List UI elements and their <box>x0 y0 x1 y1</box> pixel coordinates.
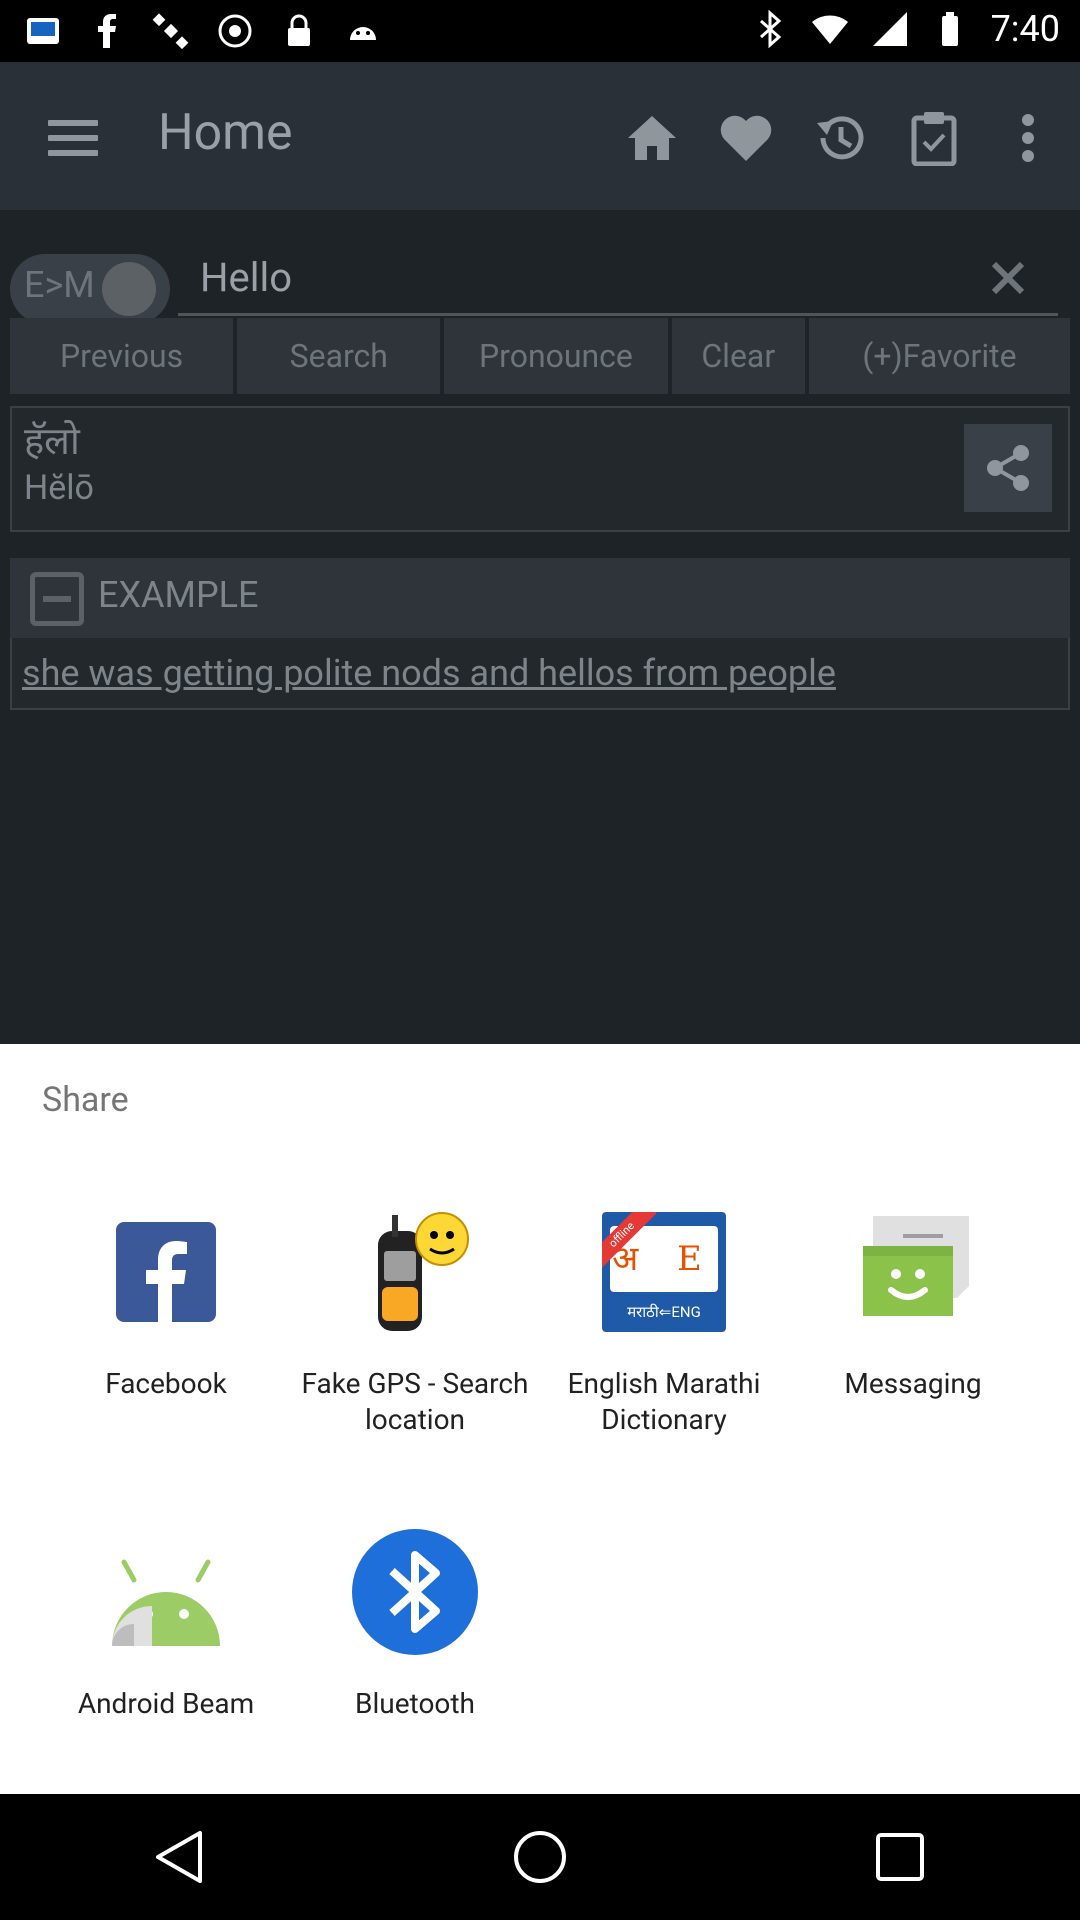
share-icon <box>987 445 1029 491</box>
android-beam-icon <box>112 1559 220 1646</box>
more-options-icon[interactable] <box>996 106 1060 170</box>
home-icon[interactable] <box>620 106 684 170</box>
facebook-notification-icon <box>98 14 116 48</box>
menu-icon[interactable] <box>48 120 98 156</box>
status-time: 7:40 <box>990 8 1060 50</box>
bluetooth-icon <box>352 1529 478 1655</box>
history-icon[interactable] <box>808 106 872 170</box>
dictionary-app-notification-icon <box>27 18 59 44</box>
clipboard-icon[interactable] <box>902 106 966 170</box>
example-label: EXAMPLE <box>98 574 259 616</box>
wifi-status-icon <box>811 15 848 44</box>
navigation-bar <box>0 1794 1080 1920</box>
translation-result-card: हॅलो Hĕlō <box>10 406 1070 532</box>
android-notification-icon <box>350 27 376 40</box>
home-circle-icon <box>514 1831 566 1883</box>
collapse-icon[interactable] <box>30 572 84 626</box>
pronounce-button[interactable]: Pronounce <box>444 318 668 394</box>
circle-notification-icon <box>218 14 252 48</box>
status-bar: 7:40 <box>0 0 1080 62</box>
share-target-label: Messaging <box>844 1367 982 1400</box>
recents-square-icon <box>876 1833 924 1881</box>
example-section-header[interactable]: EXAMPLE <box>10 558 1070 638</box>
result-hindi-text: हॅलो <box>24 420 80 464</box>
share-target-english-marathi-dictionary[interactable]: अ E मराठी⇐ENG offline English Marathi Di… <box>539 1202 789 1438</box>
share-target-bluetooth[interactable]: Bluetooth <box>290 1522 540 1722</box>
language-direction-toggle[interactable]: E>M <box>10 254 170 324</box>
facebook-icon <box>116 1222 216 1322</box>
example-sentence[interactable]: she was getting polite nods and hellos f… <box>22 652 836 694</box>
back-triangle-icon <box>156 1831 202 1883</box>
page-title: Home <box>158 104 293 162</box>
home-button[interactable] <box>495 1812 585 1902</box>
share-target-label: Facebook <box>105 1367 227 1400</box>
share-target-facebook[interactable]: Facebook <box>41 1202 291 1402</box>
share-target-label: Android Beam <box>77 1687 255 1720</box>
share-target-android-beam[interactable]: Android Beam <box>41 1522 291 1722</box>
bluetooth-status-icon <box>759 10 781 48</box>
search-input[interactable]: Hello <box>178 246 1058 316</box>
search-value: Hello <box>200 254 293 301</box>
search-button[interactable]: Search <box>237 318 441 394</box>
lock-notification-icon <box>288 14 310 46</box>
share-target-fake-gps[interactable]: Fake GPS - Search location <box>290 1202 540 1438</box>
share-target-label: Bluetooth <box>355 1687 475 1720</box>
recents-button[interactable] <box>855 1812 945 1902</box>
back-button[interactable] <box>135 1812 225 1902</box>
example-section-body: she was getting polite nods and hellos f… <box>10 638 1070 710</box>
gps-device-icon <box>378 1212 469 1331</box>
toggle-label: E>M <box>24 264 95 306</box>
dictionary-book-icon: अ E मराठी⇐ENG offline <box>602 1212 726 1332</box>
signal-status-icon <box>872 12 907 46</box>
dictionary-app-background: Home E>M Hello Previous Search Pronounce… <box>0 62 1080 1044</box>
clear-button[interactable]: Clear <box>671 318 805 394</box>
share-target-label: Fake GPS - Search location <box>301 1367 529 1436</box>
share-target-label: English Marathi Dictionary <box>567 1367 761 1436</box>
close-icon[interactable] <box>988 258 1028 298</box>
share-sheet-title: Share <box>42 1080 129 1120</box>
share-sheet: Share Facebook Fake GPS - Search locatio… <box>0 1044 1080 1794</box>
toggle-knob <box>102 262 156 316</box>
share-button[interactable] <box>964 424 1052 512</box>
messaging-icon <box>863 1216 969 1316</box>
favorite-button[interactable]: (+)Favorite <box>808 318 1070 394</box>
heart-icon[interactable] <box>714 106 778 170</box>
dictionary-icon-caption: मराठी⇐ENG <box>627 1303 701 1321</box>
previous-button[interactable]: Previous <box>10 318 234 394</box>
app-toolbar: Home <box>0 62 1080 210</box>
satellite-notification-icon <box>152 13 189 50</box>
battery-status-icon <box>941 12 958 46</box>
share-target-messaging[interactable]: Messaging <box>788 1202 1038 1402</box>
result-transliteration: Hĕlō <box>24 468 94 508</box>
